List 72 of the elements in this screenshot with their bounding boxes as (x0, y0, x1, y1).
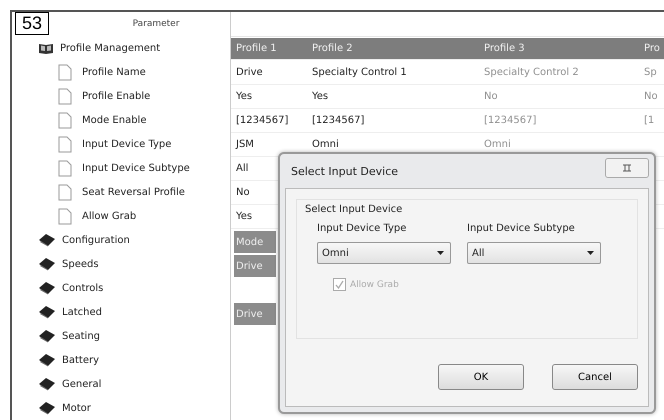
tree-item[interactable]: Profile Management (12, 36, 230, 60)
page-icon (58, 160, 72, 176)
tree-item[interactable]: Allow Grab (12, 204, 230, 228)
tree-item[interactable]: Motor (12, 396, 230, 420)
dropdown[interactable]: All (467, 242, 601, 264)
table-cell-text: [1 (643, 114, 656, 128)
column-header: Pro (643, 42, 661, 56)
section-cell: Drive (234, 303, 276, 325)
dialog-title: Select Input Device (291, 164, 398, 178)
book-icon (38, 353, 56, 367)
page-icon (58, 136, 72, 152)
tree-item[interactable]: Mode Enable (12, 108, 230, 132)
tree-item[interactable]: Speeds (12, 252, 230, 276)
table-cell-text: Yes (235, 90, 254, 104)
table-cell-text: Specialty Control 2 (483, 66, 580, 80)
checkmark-icon (335, 280, 344, 289)
caret-icon (587, 251, 594, 255)
tree-item[interactable]: Seating (12, 324, 230, 348)
table-cell-text: Omni (483, 138, 512, 152)
table-cell-text: JSM (234, 138, 255, 152)
table-cell-text: No (235, 186, 251, 200)
table-cell-text: No (643, 90, 659, 104)
page-icon (58, 112, 72, 128)
close-icon (622, 164, 632, 172)
table-cell-text: [1234567] (311, 114, 366, 128)
table-cell-text: [1234567] (483, 114, 538, 128)
column-header: Profile 3 (483, 42, 526, 56)
page-icon (58, 184, 72, 200)
table-cell-text: Drive (235, 66, 264, 80)
table-cell-text: Yes (311, 90, 330, 104)
dialog-button[interactable]: Cancel (552, 364, 638, 390)
column-header: Profile 2 (311, 42, 354, 56)
dialog-button[interactable]: OK (438, 364, 524, 390)
table-cell-text: Sp (643, 66, 658, 80)
book-icon (38, 377, 56, 391)
close-button[interactable] (605, 158, 649, 178)
field-label: Input Device Subtype (467, 223, 576, 234)
field-label: Input Device Type (317, 223, 408, 234)
tree-item[interactable]: Battery (12, 348, 230, 372)
book-icon (38, 401, 56, 415)
page-icon (58, 88, 72, 104)
tree-item[interactable]: Profile Enable (12, 84, 230, 108)
tree-item[interactable]: Seat Reversal Profile (12, 180, 230, 204)
table-cell-text: No (483, 90, 499, 104)
tree-item[interactable]: Input Device Subtype (12, 156, 230, 180)
figure-number: 53 (15, 12, 49, 35)
caret-icon (437, 251, 444, 255)
book-icon (38, 305, 56, 319)
book-icon (38, 233, 56, 247)
tree-item[interactable]: Profile Name (12, 60, 230, 84)
table-cell-text: Yes (235, 210, 254, 224)
tree-item[interactable]: Input Device Type (12, 132, 230, 156)
book-icon (38, 281, 56, 295)
group-title: Select Input Device (305, 204, 404, 215)
open-book-icon (38, 41, 54, 55)
table-cell-text: All (235, 162, 250, 176)
section-cell: Mode (234, 231, 276, 253)
book-icon (38, 257, 56, 271)
table-cell-text: Omni (311, 138, 340, 152)
table-cell-text: Specialty Control 1 (311, 66, 408, 80)
tree-item[interactable]: Controls (12, 276, 230, 300)
page-icon (58, 208, 72, 224)
tree-item[interactable]: Latched (12, 300, 230, 324)
tree-item[interactable]: General (12, 372, 230, 396)
column-header: Parameter (132, 19, 180, 29)
dropdown[interactable]: Omni (317, 242, 451, 264)
section-cell: Drive (234, 255, 276, 277)
page-icon (58, 64, 72, 80)
book-icon (38, 329, 56, 343)
column-header: Profile 1 (235, 42, 278, 56)
table-cell-text: [1234567] (235, 114, 290, 128)
tree-item[interactable]: Configuration (12, 228, 230, 252)
